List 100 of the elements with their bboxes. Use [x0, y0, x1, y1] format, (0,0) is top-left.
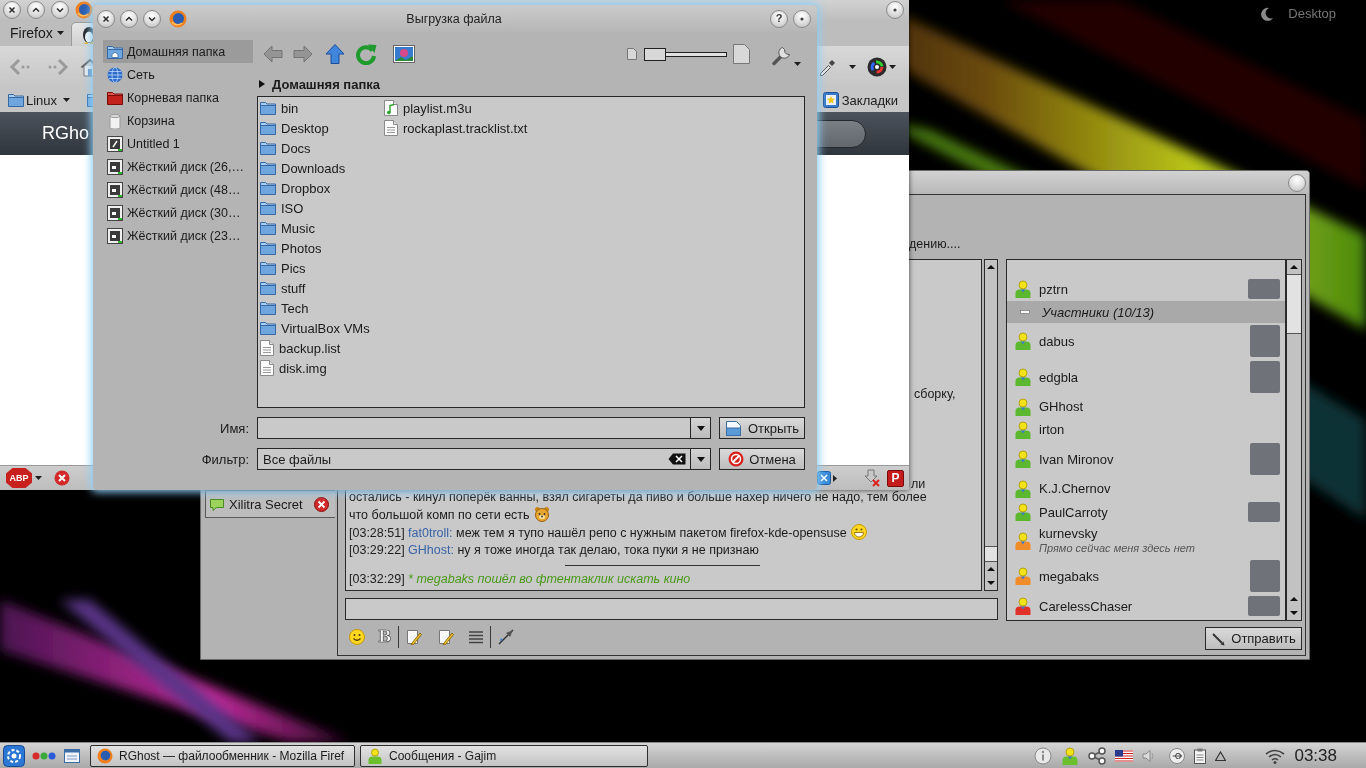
slider-thumb[interactable] — [644, 47, 666, 61]
minimize-button[interactable] — [51, 1, 69, 19]
place-item[interactable]: Жёсткий диск (30… — [103, 201, 253, 224]
chevron-down-icon — [55, 5, 65, 15]
bookmarks-menu-button[interactable]: Закладки — [820, 90, 900, 110]
window-title: Выгрузка файла — [406, 11, 502, 26]
dropdown-button[interactable] — [690, 418, 710, 438]
app-menu-button[interactable]: Firefox — [4, 21, 68, 45]
place-item[interactable]: Untitled 1 — [103, 132, 253, 155]
clear-icon[interactable] — [668, 453, 686, 465]
scrollbar[interactable] — [984, 259, 998, 591]
chat-tab[interactable]: Xilitra Secret — [205, 490, 335, 518]
bookmark-folder-button[interactable]: Linux — [6, 90, 73, 110]
filter-field[interactable]: Все файлы — [257, 448, 711, 470]
x-tile-icon[interactable] — [817, 471, 831, 485]
dropdown-button[interactable] — [690, 449, 710, 469]
open-button[interactable]: Открыть — [719, 417, 805, 439]
file-item[interactable]: playlist.m3u — [384, 98, 472, 118]
three-dots-icon[interactable] — [32, 750, 56, 761]
up-arrow-icon[interactable] — [324, 43, 346, 65]
close-button[interactable] — [97, 9, 115, 28]
image-icon[interactable] — [393, 45, 415, 63]
close-icon[interactable] — [314, 496, 329, 512]
info-icon[interactable] — [1034, 746, 1053, 765]
breadcrumb-item[interactable]: Домашняя папка — [272, 76, 380, 92]
file-item[interactable]: Desktop — [260, 118, 329, 138]
message-input-field[interactable] — [345, 598, 998, 620]
smiley-icon[interactable] — [349, 629, 365, 645]
file-item[interactable]: Docs — [260, 138, 311, 158]
task-button[interactable]: Сообщения - Gajim — [360, 744, 648, 767]
place-item[interactable]: Жёсткий диск (26,… — [103, 155, 253, 178]
contact-name[interactable]: GHhost — [1039, 399, 1084, 414]
place-item[interactable]: Жёсткий диск (48… — [103, 178, 253, 201]
window-option-button[interactable] — [886, 1, 904, 19]
file-item[interactable]: Photos — [260, 238, 322, 258]
place-item[interactable]: Корневая папка — [103, 86, 253, 109]
list-icon[interactable] — [467, 630, 484, 644]
note-pencil-icon[interactable] — [405, 629, 422, 645]
place-item[interactable]: Жёсткий диск (23… — [103, 224, 253, 247]
file-item[interactable]: bin — [260, 98, 299, 118]
scrollbar-thumb[interactable] — [1287, 274, 1301, 334]
addon-button[interactable]: P — [887, 469, 904, 487]
x-circle-icon[interactable] — [54, 470, 70, 486]
file-item[interactable]: VirtualBox VMs — [260, 318, 370, 338]
help-button[interactable]: ? — [770, 9, 788, 28]
contact-name[interactable]: CarelessChaser — [1039, 598, 1133, 614]
task-button[interactable]: RGhost — файлообменник - Mozilla Firef — [90, 744, 355, 767]
diagonal-arrow-icon[interactable] — [497, 629, 514, 645]
usb-icon[interactable] — [1169, 747, 1186, 764]
close-button[interactable] — [3, 1, 21, 19]
title-bar-button[interactable] — [1288, 173, 1306, 192]
contact-name[interactable]: edgbla — [1039, 369, 1079, 385]
up-triangle-icon[interactable] — [1215, 750, 1227, 761]
network-icon[interactable] — [1088, 746, 1107, 765]
message-text: меж тем я тупо нашёл репо с нужным пакетом firefox-kde-opensuse — [456, 526, 847, 540]
window-option-button[interactable] — [793, 9, 811, 28]
file-name-field[interactable] — [257, 417, 711, 439]
file-item[interactable]: ISO — [260, 198, 304, 218]
minimize-button[interactable] — [143, 9, 161, 28]
clipboard-icon[interactable] — [1194, 747, 1207, 764]
maximize-button[interactable] — [27, 1, 45, 19]
note-pencil-icon[interactable] — [437, 629, 454, 645]
scrollbar-thumb[interactable] — [985, 546, 997, 562]
window-list-icon[interactable] — [64, 747, 80, 764]
bear-face-icon — [533, 506, 550, 522]
wifi-icon[interactable] — [1265, 747, 1286, 764]
send-button[interactable]: Отправить — [1205, 627, 1302, 650]
contact-name[interactable]: megabaks — [1039, 568, 1099, 584]
color-wheel-icon[interactable] — [867, 57, 887, 77]
contact-name[interactable]: pztrn — [1039, 281, 1068, 297]
collapse-icon[interactable] — [1020, 307, 1030, 317]
folder-icon — [260, 301, 276, 315]
download-cancel-icon[interactable] — [863, 469, 881, 487]
file-item[interactable]: Music — [260, 218, 315, 238]
avatar-placeholder — [1250, 361, 1280, 393]
file-item[interactable]: stuff — [260, 278, 306, 298]
file-item[interactable]: Pics — [260, 258, 306, 278]
maximize-button[interactable] — [120, 9, 138, 28]
eyedropper-icon[interactable] — [818, 58, 836, 76]
file-item[interactable]: Downloads — [260, 158, 346, 178]
contact-name[interactable]: dabus — [1039, 333, 1075, 349]
place-item[interactable]: Сеть — [103, 63, 253, 86]
flag-icon[interactable] — [1115, 749, 1134, 762]
file-item[interactable]: rockaplast.tracklist.txt — [384, 118, 528, 138]
contact-name[interactable]: Ivan Mironov — [1039, 451, 1114, 467]
place-item[interactable]: Домашняя папка — [103, 40, 253, 63]
contact-name[interactable]: PaulCarroty — [1039, 504, 1108, 520]
place-item[interactable]: Корзина — [103, 109, 253, 132]
home-folder-icon — [107, 44, 123, 59]
file-item[interactable]: disk.img — [260, 358, 327, 378]
file-item[interactable]: Tech — [260, 298, 309, 318]
scrollbar[interactable] — [1286, 259, 1302, 621]
file-item[interactable]: backup.list — [260, 338, 341, 358]
launcher-icon[interactable] — [3, 744, 25, 767]
contact-name[interactable]: K.J.Chernov — [1039, 481, 1111, 496]
contact-name[interactable]: irton — [1039, 422, 1065, 437]
file-item[interactable]: Dropbox — [260, 178, 331, 198]
cancel-button[interactable]: Отмена — [719, 448, 805, 470]
contact-name[interactable]: kurnevsky — [1039, 526, 1098, 541]
group-header[interactable]: Участники (10/13) — [1007, 301, 1285, 323]
